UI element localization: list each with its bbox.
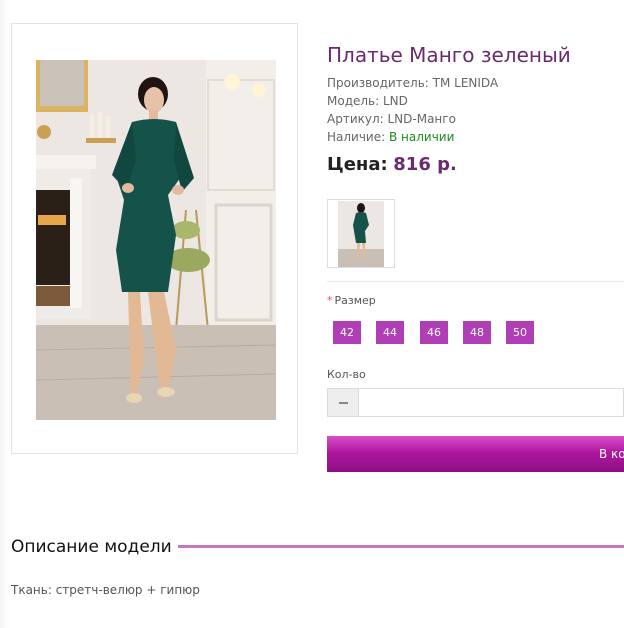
quantity-decrease-button[interactable]: [327, 388, 359, 417]
required-mark: *: [327, 294, 333, 307]
size-option-44[interactable]: 44: [376, 321, 404, 344]
add-to-cart-label: В корзину: [599, 447, 624, 461]
product-thumbnail[interactable]: [327, 199, 395, 268]
product-main-image[interactable]: [36, 60, 276, 420]
availability-label: Наличие:: [327, 130, 389, 144]
size-option-46[interactable]: 46: [420, 321, 448, 344]
description-text: Ткань: стретч-велюр + гипюр: [11, 583, 200, 597]
minus-icon: [339, 402, 348, 404]
availability-line: Наличие: В наличии: [327, 130, 454, 144]
size-option-42[interactable]: 42: [333, 321, 361, 344]
price-row: Цена: 816 р.: [327, 154, 457, 175]
price-label: Цена:: [327, 154, 388, 175]
description-heading: Описание модели: [11, 537, 178, 557]
add-to-cart-button[interactable]: В корзину: [327, 436, 624, 472]
model-line: Модель: LND: [327, 94, 408, 108]
size-label: * Размер: [327, 294, 376, 307]
quantity-input[interactable]: [358, 388, 624, 417]
options-divider: [327, 281, 624, 282]
page-left-shade: [0, 0, 10, 628]
size-option-48[interactable]: 48: [463, 321, 491, 344]
product-title: Платье Манго зеленый: [327, 43, 571, 67]
article-line: Артикул: LND-Манго: [327, 112, 456, 126]
size-label-text: Размер: [334, 294, 376, 307]
size-option-50[interactable]: 50: [506, 321, 534, 344]
availability-value: В наличии: [388, 130, 455, 144]
manufacturer-line: Производитель: TM LENIDA: [327, 76, 499, 90]
price-value: 816 р.: [393, 154, 457, 175]
quantity-label: Кол-во: [327, 368, 366, 381]
main-image-frame[interactable]: [11, 23, 298, 454]
description-heading-line: [176, 545, 624, 548]
